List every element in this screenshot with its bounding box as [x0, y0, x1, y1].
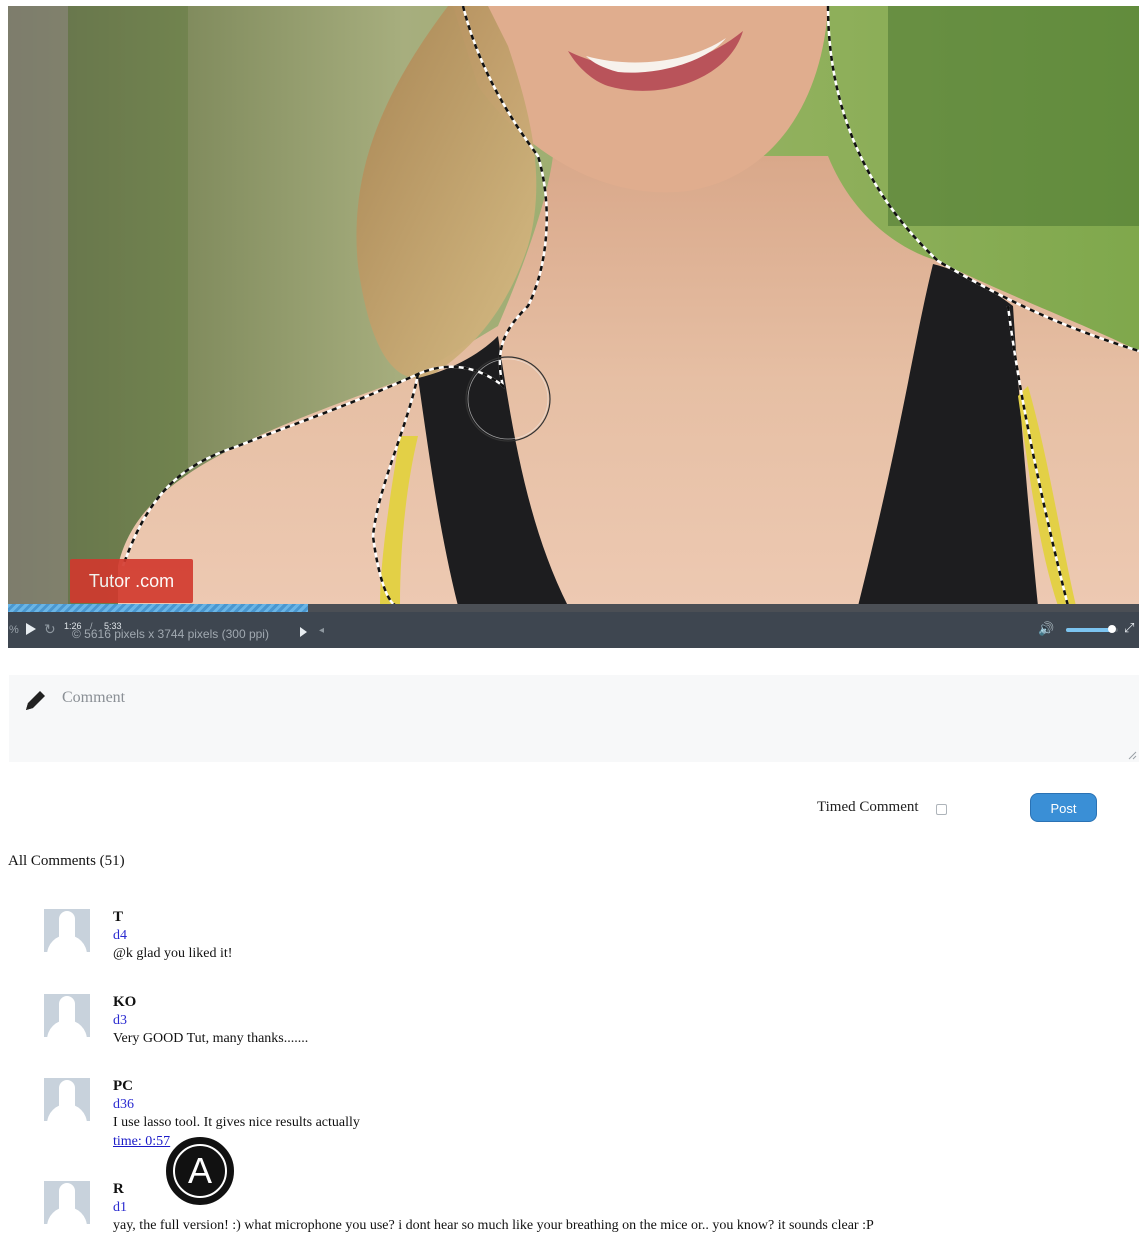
- video-frame-image: [8, 6, 1139, 606]
- comments-heading: All Comments (51): [8, 853, 125, 869]
- current-time: 1:26: [64, 621, 82, 631]
- avatar[interactable]: [44, 1078, 90, 1121]
- timed-comment-checkbox[interactable]: [936, 804, 947, 815]
- avatar[interactable]: [44, 994, 90, 1037]
- status-text: © 5616 pixels x 3744 pixels (300 ppi): [72, 627, 269, 641]
- volume-slider[interactable]: [1066, 625, 1118, 633]
- post-button[interactable]: Post: [1030, 793, 1097, 822]
- pencil-icon: [26, 691, 45, 710]
- volume-fill: [1066, 628, 1112, 632]
- next-play-icon[interactable]: [300, 627, 307, 637]
- comment-date[interactable]: d1: [113, 1200, 127, 1216]
- duration: 5:33: [104, 621, 122, 631]
- comment-text: @k glad you liked it!: [113, 946, 233, 961]
- volume-icon[interactable]: 🔊: [1038, 621, 1054, 637]
- comment-text: Very GOOD Tut, many thanks.......: [113, 1031, 309, 1046]
- fullscreen-icon[interactable]: ⤢: [1124, 620, 1134, 636]
- comment-item: T d4 @k glad you liked it!: [44, 909, 1124, 961]
- volume-knob[interactable]: [1107, 625, 1116, 633]
- comment-field[interactable]: Comment: [9, 675, 1139, 762]
- comment-date[interactable]: d36: [113, 1097, 134, 1113]
- video-progress-bar[interactable]: [8, 604, 1139, 612]
- comment-text: I use lasso tool. It gives nice results …: [113, 1115, 360, 1130]
- comment-date[interactable]: d4: [113, 928, 127, 944]
- comment-text: yay, the full version! :) what microphon…: [113, 1218, 874, 1233]
- comment-author[interactable]: PC: [113, 1078, 133, 1095]
- comment-author[interactable]: T: [113, 909, 123, 926]
- video-player[interactable]: Tutor .com % ↻ © 5616 pixels x 3744 pixe…: [8, 6, 1139, 648]
- avatar[interactable]: [44, 1181, 90, 1224]
- comment-item: KO d3 Very GOOD Tut, many thanks.......: [44, 994, 1124, 1046]
- timed-comment-label: Timed Comment: [817, 799, 919, 815]
- play-icon[interactable]: [26, 623, 36, 635]
- video-controls: % ↻ © 5616 pixels x 3744 pixels (300 ppi…: [8, 612, 1139, 648]
- chevron-left-icon[interactable]: ◂: [319, 625, 324, 636]
- resize-handle-icon[interactable]: [1127, 750, 1137, 760]
- annotation-letter: A: [187, 1150, 212, 1191]
- avatar[interactable]: [44, 909, 90, 952]
- comment-date[interactable]: d3: [113, 1013, 127, 1029]
- annotation-badge: A: [166, 1137, 234, 1205]
- comment-author[interactable]: R: [113, 1181, 124, 1198]
- comment-placeholder: Comment: [62, 689, 126, 706]
- video-frame[interactable]: Tutor .com: [8, 6, 1139, 606]
- replay-icon[interactable]: ↻: [44, 621, 56, 638]
- comment-author[interactable]: KO: [113, 994, 136, 1011]
- comment-timestamp-link[interactable]: time: 0:57: [113, 1134, 170, 1150]
- time-separator: /: [90, 621, 93, 631]
- watermark-logo: Tutor .com: [70, 559, 193, 603]
- zoom-fragment: %: [9, 624, 19, 636]
- video-progress-fill: [8, 604, 308, 612]
